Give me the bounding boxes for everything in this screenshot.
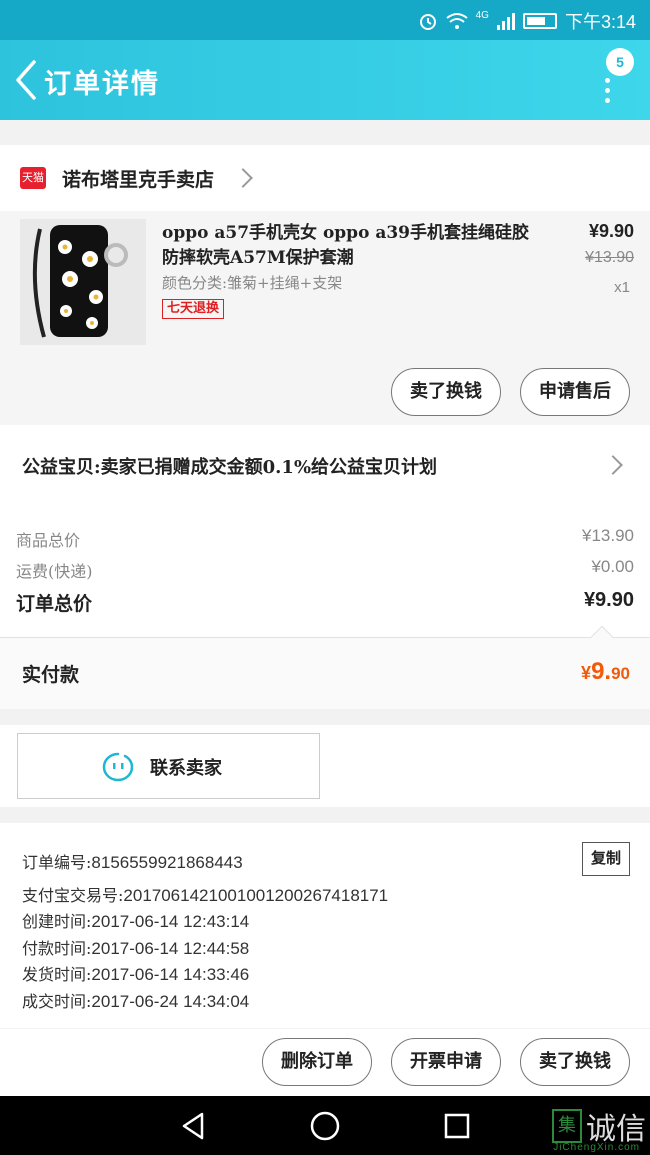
created-time-value: 2017-06-14 12:43:14 <box>91 912 250 931</box>
contact-section: 联系卖家 <box>0 725 650 807</box>
paid-time-line: 付款时间:2017-06-14 12:44:58 <box>22 935 249 959</box>
order-total-label: 订单总价 <box>16 593 93 615</box>
watermark-url: JiChengXin.com <box>553 1142 640 1153</box>
invoice-request-button[interactable]: 开票申请 <box>391 1038 501 1086</box>
chat-face-icon <box>102 752 134 782</box>
nav-bar: 订单详情 5 <box>0 40 650 120</box>
status-bar: 4G 下午3:14 <box>0 0 650 40</box>
shipping-label: 运费(快递) <box>16 562 93 581</box>
return-policy-tag: 七天退换 <box>162 299 225 319</box>
shipped-time-line: 发货时间:2017-06-14 14:33:46 <box>22 961 249 985</box>
product-card[interactable]: oppo a57手机壳女 oppo a39手机套挂绳硅胶防摔软壳A57M保护套潮… <box>0 211 650 425</box>
completed-time-line: 成交时间:2017-06-24 14:34:04 <box>22 988 249 1012</box>
nav-recents-square-icon[interactable] <box>443 1112 471 1140</box>
created-time-label: 创建时间: <box>22 912 92 931</box>
shipping-value: ¥0.00 <box>591 557 634 576</box>
chevron-right-icon <box>603 455 623 475</box>
product-sku: 颜色分类:雏菊+挂绳+支架 <box>162 274 343 292</box>
phone-case-image <box>20 219 146 345</box>
paid-time-value: 2017-06-14 12:44:58 <box>91 939 250 958</box>
product-title[interactable]: oppo a57手机壳女 oppo a39手机套挂绳硅胶防摔软壳A57M保护套潮 <box>162 221 532 271</box>
product-quantity: x1 <box>614 279 630 296</box>
charity-text: 公益宝贝:卖家已捐赠成交金额0.1%给公益宝贝计划 <box>22 457 438 478</box>
completed-time-label: 成交时间: <box>22 992 92 1011</box>
charity-row[interactable]: 公益宝贝:卖家已捐赠成交金额0.1%给公益宝贝计划 <box>0 425 650 503</box>
amount-integer: 9. <box>591 658 612 685</box>
actual-payment-label: 实付款 <box>22 664 80 686</box>
shop-name: 诺布塔里克手卖店 <box>62 169 215 191</box>
shop-row[interactable]: 天猫 诺布塔里克手卖店 <box>0 145 650 211</box>
completed-time-value: 2017-06-24 14:34:04 <box>91 992 250 1011</box>
nav-back-triangle-icon[interactable] <box>178 1111 208 1141</box>
paid-time-label: 付款时间: <box>22 939 92 958</box>
goods-total-label: 商品总价 <box>16 531 81 550</box>
product-price: ¥9.90 <box>588 221 634 241</box>
alipay-number-label: 支付宝交易号: <box>22 886 124 905</box>
chevron-right-icon <box>233 168 253 188</box>
status-bar-right: 4G 下午3:14 <box>418 8 636 34</box>
back-arrow-icon[interactable] <box>10 58 42 102</box>
sell-exchange-bottom-button[interactable]: 卖了换钱 <box>520 1038 630 1086</box>
amount-decimal: 90 <box>611 664 630 683</box>
alipay-number-value: 2017061421001001200267418171 <box>123 886 389 905</box>
product-original-price: ¥13.90 <box>585 249 634 266</box>
contact-seller-label: 联系卖家 <box>150 758 222 779</box>
nav-home-circle-icon[interactable] <box>309 1110 341 1142</box>
order-total-value: ¥9.90 <box>583 589 634 611</box>
bottom-action-bar: 删除订单 开票申请 卖了换钱 <box>0 1029 650 1096</box>
contact-seller-button[interactable]: 联系卖家 <box>17 733 320 799</box>
actual-payment-row: 实付款 ¥9.90 <box>0 625 650 709</box>
order-number-line: 订单编号:8156559921868443 <box>22 849 243 873</box>
alarm-icon <box>419 14 436 30</box>
message-badge[interactable]: 5 <box>606 48 634 76</box>
alipay-number-line: 支付宝交易号:2017061421001001200267418171 <box>22 882 388 906</box>
copy-button[interactable]: 复制 <box>582 842 630 876</box>
sell-exchange-button[interactable]: 卖了换钱 <box>391 368 501 416</box>
product-image[interactable] <box>20 219 146 345</box>
after-sales-button[interactable]: 申请售后 <box>520 368 630 416</box>
currency-symbol: ¥ <box>581 663 592 683</box>
delete-order-button[interactable]: 删除订单 <box>262 1038 372 1086</box>
page-title: 订单详情 <box>44 69 160 100</box>
battery-icon <box>522 13 557 29</box>
price-summary: 商品总价 ¥13.90 运费(快递) ¥0.00 订单总价 ¥9.90 <box>0 503 650 637</box>
created-time-line: 创建时间:2017-06-14 12:43:14 <box>22 908 249 932</box>
status-time: 下午3:14 <box>564 12 636 32</box>
shipped-time-value: 2017-06-14 14:33:46 <box>91 965 250 984</box>
actual-payment-amount: ¥9.90 <box>581 658 630 686</box>
wifi-icon <box>445 13 468 29</box>
order-number-value: 8156559921868443 <box>91 853 243 872</box>
network-type: 4G <box>475 10 489 21</box>
signal-icon <box>496 12 515 30</box>
shipped-time-label: 发货时间: <box>22 965 92 984</box>
order-info: 订单编号:8156559921868443 复制 支付宝交易号:20170614… <box>0 823 650 1028</box>
tmall-logo: 天猫 <box>20 167 46 189</box>
watermark-logo: 集 <box>552 1109 582 1143</box>
order-number-label: 订单编号: <box>22 853 92 872</box>
goods-total-value: ¥13.90 <box>582 526 634 545</box>
